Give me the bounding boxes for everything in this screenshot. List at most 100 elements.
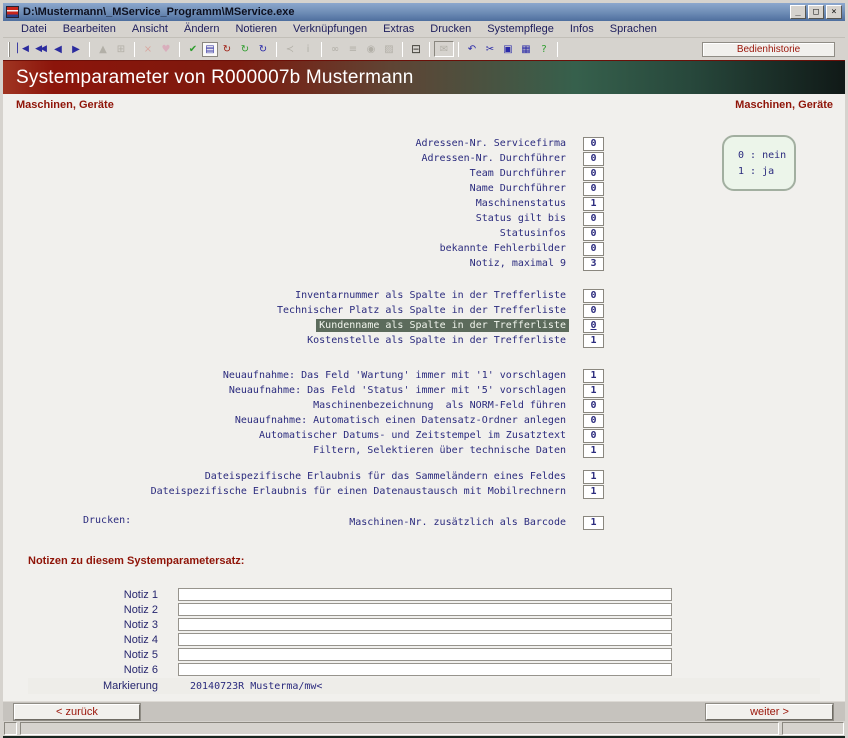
action-green-icon[interactable]: ↻ <box>236 41 254 58</box>
param-input[interactable]: 0 <box>583 227 604 241</box>
tree-icon: ⊞ <box>112 41 130 58</box>
menu-extras[interactable]: Extras <box>375 22 422 36</box>
cut-scissors-icon[interactable]: ✂ <box>481 41 499 58</box>
nav-next-icon[interactable]: ▶ <box>67 41 85 58</box>
toolbar-separator <box>458 42 459 57</box>
menu-bearbeiten[interactable]: Bearbeiten <box>55 22 124 36</box>
markierung-label: Markierung <box>28 680 158 692</box>
param-label: Adressen-Nr. Durchführer <box>422 152 567 165</box>
maximize-button[interactable]: □ <box>808 5 824 19</box>
action-blue-icon[interactable]: ↻ <box>254 41 272 58</box>
param-label: Kostenstelle als Spalte in der Trefferli… <box>307 334 566 347</box>
param-label: Neuaufnahme: Das Feld 'Wartung' immer mi… <box>223 369 566 382</box>
undo-icon[interactable]: ↶ <box>463 41 481 58</box>
param-row: Adressen-Nr. Servicefirma 0 <box>3 136 845 151</box>
param-label: Team Durchführer <box>470 167 566 180</box>
bedienhistorie-button[interactable]: Bedienhistorie <box>702 42 835 57</box>
form-area: 0 : nein 1 : ja Adressen-Nr. Servicefirm… <box>3 115 845 701</box>
param-input[interactable]: 0 <box>583 289 604 303</box>
help-icon[interactable]: ? <box>535 41 553 58</box>
param-input[interactable]: 1 <box>583 384 604 398</box>
print-icon[interactable]: ⊟ <box>407 41 425 58</box>
param-input[interactable]: 0 <box>583 152 604 166</box>
status-panel-small <box>4 722 17 735</box>
toolbar-grip <box>8 42 10 57</box>
action-red-icon[interactable]: ↻ <box>218 41 236 58</box>
param-input[interactable]: 0 <box>583 242 604 256</box>
param-input[interactable]: 0 <box>583 182 604 196</box>
paste-icon[interactable]: ▦ <box>517 41 535 58</box>
menu-drucken[interactable]: Drucken <box>422 22 479 36</box>
param-label: Maschinen-Nr. zusätzlich als Barcode <box>349 516 566 529</box>
menu-ansicht[interactable]: Ansicht <box>124 22 176 36</box>
param-row: Statusinfos 0 <box>3 226 845 241</box>
note-row: Notiz 3 <box>28 617 820 632</box>
param-input[interactable]: 1 <box>583 197 604 211</box>
param-label: Status gilt bis <box>476 212 566 225</box>
param-input[interactable]: 0 <box>583 414 604 428</box>
param-row: Name Durchführer 0 <box>3 181 845 196</box>
markierung-value: 20140723R Musterma/mw< <box>190 681 322 692</box>
param-label: Maschinenstatus <box>476 197 566 210</box>
note-input-4[interactable] <box>178 633 672 646</box>
note-input-5[interactable] <box>178 648 672 661</box>
param-row: Status gilt bis 0 <box>3 211 845 226</box>
note-input-3[interactable] <box>178 618 672 631</box>
param-input[interactable]: 1 <box>583 470 604 484</box>
list-icon: ≡ <box>344 41 362 58</box>
note-input-6[interactable] <box>178 663 672 676</box>
param-label: Notiz, maximal 9 <box>470 257 566 270</box>
back-button[interactable]: < zurück <box>14 704 140 720</box>
confirm-check-icon[interactable]: ✔ <box>184 41 202 58</box>
param-row: Neuaufnahme: Das Feld 'Status' immer mit… <box>3 383 845 398</box>
note-input-1[interactable] <box>178 588 672 601</box>
param-input-focused[interactable]: 0 <box>583 319 604 333</box>
toolbar-separator <box>276 42 277 57</box>
nav-first-icon[interactable]: ▏◀ <box>13 41 31 58</box>
param-row: bekannte Fehlerbilder 0 <box>3 241 845 256</box>
param-input[interactable]: 1 <box>583 369 604 383</box>
minimize-button[interactable]: _ <box>790 5 806 19</box>
title-bar[interactable]: D:\Mustermann\_MService_Programm\MServic… <box>3 3 845 21</box>
menu-sprachen[interactable]: Sprachen <box>602 22 665 36</box>
param-input[interactable]: 1 <box>583 485 604 499</box>
app-icon <box>6 6 19 18</box>
param-input[interactable]: 0 <box>583 429 604 443</box>
param-input[interactable]: 1 <box>583 516 604 530</box>
param-input[interactable]: 0 <box>583 304 604 318</box>
notes-section: Notizen zu diesem Systemparametersatz: N… <box>28 555 820 694</box>
status-bar <box>3 721 845 736</box>
param-input[interactable]: 0 <box>583 167 604 181</box>
page-header-band: Systemparameter von R000007b Mustermann <box>3 60 845 94</box>
param-input[interactable]: 1 <box>583 444 604 458</box>
param-input[interactable]: 3 <box>583 257 604 271</box>
param-label: Dateispezifische Erlaubnis für einen Dat… <box>151 485 566 498</box>
menu-datei[interactable]: Datei <box>13 22 55 36</box>
toolbar-separator <box>429 42 430 57</box>
param-row: Dateispezifische Erlaubnis für das Samme… <box>3 469 845 484</box>
menu-systempflege[interactable]: Systempflege <box>479 22 562 36</box>
param-input[interactable]: 0 <box>583 137 604 151</box>
menu-infos[interactable]: Infos <box>562 22 602 36</box>
copy-icon[interactable]: ▣ <box>499 41 517 58</box>
menu-aendern[interactable]: Ändern <box>176 22 227 36</box>
note-label: Notiz 5 <box>28 649 158 661</box>
param-row: Adressen-Nr. Durchführer 0 <box>3 151 845 166</box>
nav-prev-icon[interactable]: ◀ <box>49 41 67 58</box>
param-input[interactable]: 0 <box>583 399 604 413</box>
next-button[interactable]: weiter > <box>706 704 833 720</box>
param-input[interactable]: 1 <box>583 334 604 348</box>
note-row: Notiz 6 <box>28 662 820 677</box>
close-button[interactable]: × <box>826 5 842 19</box>
param-row: Maschinenstatus 1 <box>3 196 845 211</box>
form-icon[interactable]: ▤ <box>202 42 218 57</box>
param-label: Inventarnummer als Spalte in der Treffer… <box>295 289 566 302</box>
menu-verknuepfungen[interactable]: Verknüpfungen <box>285 22 375 36</box>
param-input[interactable]: 0 <box>583 212 604 226</box>
note-input-2[interactable] <box>178 603 672 616</box>
parameter-form: Adressen-Nr. Servicefirma 0 Adressen-Nr.… <box>3 115 845 530</box>
param-label: Adressen-Nr. Servicefirma <box>415 137 566 150</box>
menu-notieren[interactable]: Notieren <box>227 22 285 36</box>
param-label: Filtern, Selektieren über technische Dat… <box>313 444 566 457</box>
nav-rewind-icon[interactable]: ◀◀ <box>31 41 49 58</box>
